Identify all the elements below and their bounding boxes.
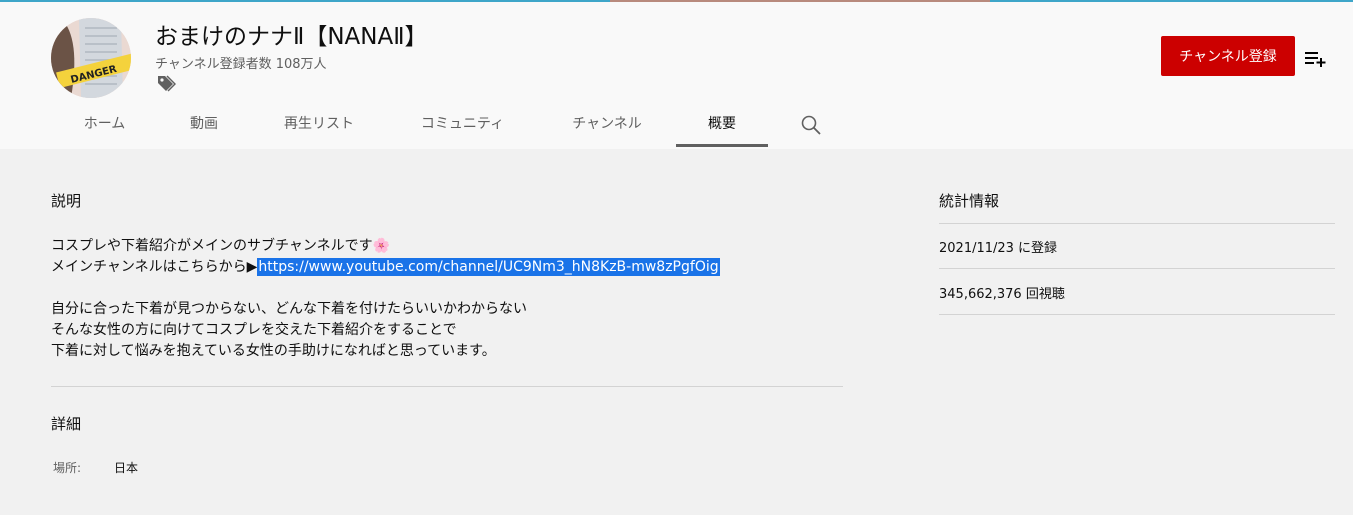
- search-icon[interactable]: [800, 114, 822, 136]
- tab-channels[interactable]: チャンネル: [555, 98, 659, 147]
- subscribe-button[interactable]: チャンネル登録: [1161, 36, 1295, 76]
- tab-about[interactable]: 概要: [676, 98, 768, 147]
- channel-description: コスプレや下着紹介がメインのサブチャンネルです🌸 メインチャンネルはこちらから▶…: [51, 236, 720, 362]
- channel-avatar[interactable]: DANGER: [51, 18, 131, 98]
- stats-divider: [939, 314, 1335, 315]
- location-value: 日本: [114, 461, 139, 475]
- playlist-add-icon[interactable]: [1303, 47, 1327, 71]
- description-line: コスプレや下着紹介がメインのサブチャンネルです🌸: [51, 238, 391, 254]
- details-heading: 詳細: [51, 415, 82, 433]
- description-line: そんな女性の方に向けてコスプレを交えた下着紹介をすることで: [51, 322, 457, 338]
- tab-playlists[interactable]: 再生リスト: [265, 98, 373, 147]
- tab-home[interactable]: ホーム: [55, 98, 154, 147]
- description-line: 下着に対して悩みを抱えている女性の手助けになればと思っています。: [51, 343, 496, 359]
- tag-icon[interactable]: [156, 74, 176, 92]
- main-channel-link[interactable]: https://www.youtube.com/channel/UC9Nm3_h…: [257, 258, 720, 276]
- stats-divider: [939, 268, 1335, 269]
- tab-videos[interactable]: 動画: [174, 98, 234, 147]
- location-label: 場所:: [53, 461, 82, 475]
- joined-date: 2021/11/23 に登録: [939, 241, 1058, 256]
- view-count: 345,662,376 回視聴: [939, 287, 1065, 302]
- description-heading: 説明: [51, 192, 82, 210]
- description-line: メインチャンネルはこちらから▶: [51, 259, 258, 275]
- channel-title: おまけのナナⅡ【NANAⅡ】: [155, 24, 428, 50]
- subscriber-count: チャンネル登録者数 108万人: [155, 57, 327, 72]
- description-line: 自分に合った下着が見つからない、どんな下着を付けたらいいかわからない: [51, 301, 527, 317]
- stats-heading: 統計情報: [939, 192, 1000, 210]
- tab-community[interactable]: コミュニティ: [405, 98, 520, 147]
- stats-divider: [939, 223, 1335, 224]
- section-divider: [51, 386, 843, 387]
